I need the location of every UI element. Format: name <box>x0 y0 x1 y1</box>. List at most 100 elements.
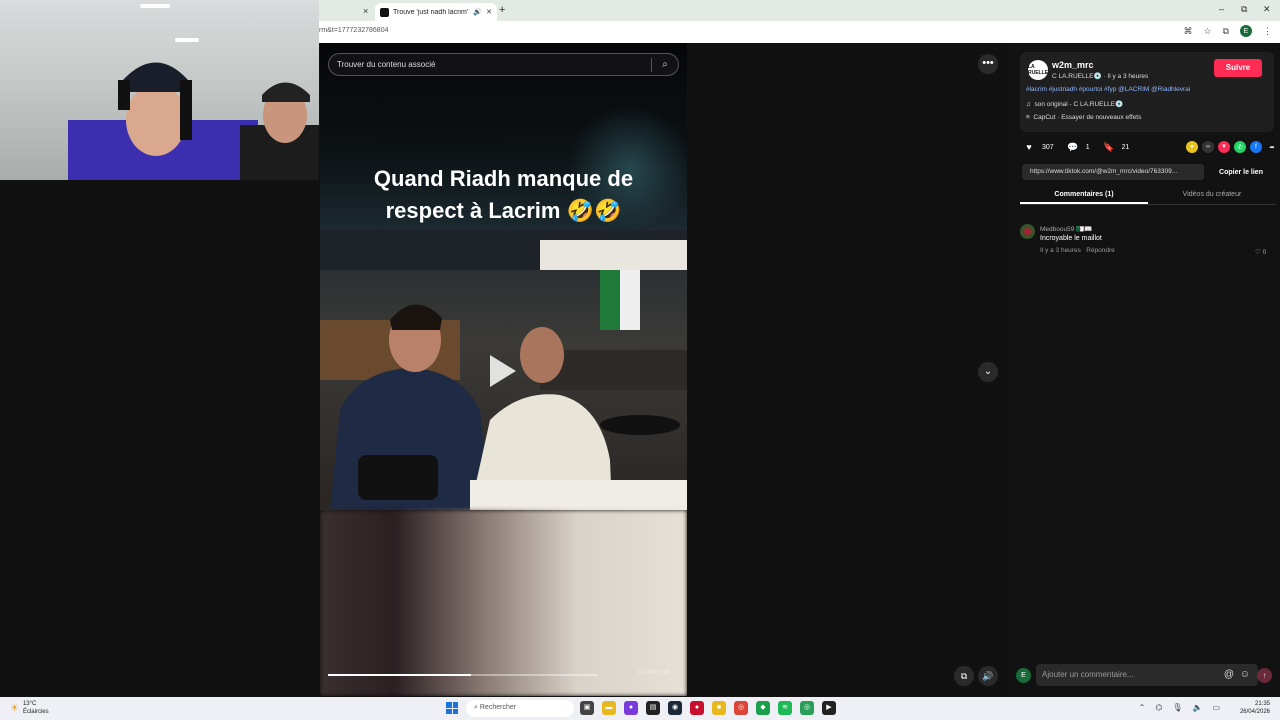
link-row: https://www.tiktok.com/@w2m_mrc/video/76… <box>1022 164 1278 180</box>
share-buttons: ● ‹› ▼ ✆ f ➦ <box>1186 141 1278 153</box>
creator-username[interactable]: w2m_mrc <box>1052 60 1094 70</box>
spotify-icon[interactable]: ≋ <box>778 701 792 715</box>
video-progress-bar[interactable] <box>328 674 598 676</box>
comment-input-placeholder[interactable]: Ajouter un commentaire... <box>1042 670 1134 679</box>
video-progress-fill <box>328 674 472 676</box>
start-button[interactable] <box>446 702 458 714</box>
comment-input[interactable]: Ajouter un commentaire... @ ☺ <box>1036 664 1258 686</box>
terminal-icon[interactable]: ▤ <box>646 701 660 715</box>
embed-icon[interactable]: ‹› <box>1202 141 1214 153</box>
profile-avatar[interactable]: E <box>1240 25 1252 37</box>
music-line[interactable]: ♫ son original - C LA.RUELLE💿 <box>1026 100 1123 108</box>
left-background <box>0 180 319 697</box>
windows-taskbar: ☀ 13°C Éclaircies ⌕ Rechercher ▣ ▬ ● ▤ ◉… <box>0 697 1280 720</box>
bookmark-star-icon[interactable]: ☆ <box>1203 26 1211 37</box>
task-view-icon[interactable]: ▣ <box>580 701 594 715</box>
file-explorer-icon[interactable]: ▬ <box>602 701 616 715</box>
caption-line-1: Quand Riadh manque de <box>373 166 634 191</box>
chrome-profile-icon[interactable]: ◎ <box>800 701 814 715</box>
emoji-icon[interactable]: ☺ <box>1240 669 1250 680</box>
save-count: 21 <box>1121 143 1130 151</box>
url-text[interactable]: rm&t=1777232786804 <box>319 27 388 34</box>
network-icon[interactable]: ⌬ <box>1155 703 1162 712</box>
microphone-icon[interactable]: 🎙 <box>1172 703 1182 712</box>
active-tab[interactable]: Trouve 'just riadh lacrim' su 🔊 ✕ <box>375 3 497 21</box>
address-bar: rm&t=1777232786804 ⌘ ☆ ⧉ E ⋮ <box>319 21 1280 43</box>
video-player[interactable]: Trouver du contenu associé ⌕ Quand Riadh… <box>320 43 687 696</box>
effect-title[interactable]: CapCut · Essayer de nouveaux effets <box>1033 114 1141 121</box>
related-search-placeholder[interactable]: Trouver du contenu associé <box>337 60 651 69</box>
taskbar-clock[interactable]: 21:35 26/04/2026 <box>1240 700 1270 716</box>
steam-icon[interactable]: ◉ <box>668 701 682 715</box>
search-icon[interactable]: ⌕ <box>652 59 678 70</box>
play-icon[interactable] <box>490 355 516 387</box>
streamer-webcam <box>0 0 319 180</box>
app-yellow-icon[interactable]: ■ <box>712 701 726 715</box>
effect-line[interactable]: ≡ CapCut · Essayer de nouveaux effets <box>1026 114 1141 121</box>
comment-composer: E Ajouter un commentaire... @ ☺ ↑ <box>1008 664 1280 688</box>
follow-button[interactable]: Suivre <box>1214 59 1262 77</box>
clock-time: 21:35 <box>1254 701 1270 707</box>
teams-icon[interactable]: ● <box>624 701 638 715</box>
taskbar-search[interactable]: ⌕ Rechercher <box>466 700 574 717</box>
coin-share-icon[interactable]: ● <box>1186 141 1198 153</box>
hashtags[interactable]: #lacrim #justriadh #pourtoi #fyp @LACRIM… <box>1026 86 1190 93</box>
more-options-button[interactable]: ••• <box>978 54 998 74</box>
send-comment-button[interactable]: ↑ <box>1257 668 1272 683</box>
facebook-icon[interactable]: f <box>1250 141 1262 153</box>
bookmark-icon[interactable]: 🔖 <box>1102 140 1116 154</box>
share-arrow-icon[interactable]: ➦ <box>1266 141 1278 153</box>
battery-icon[interactable]: ▭ <box>1212 703 1220 712</box>
tab-comments[interactable]: Commentaires (1) <box>1020 185 1148 204</box>
like-stat[interactable]: ♥ 307 <box>1022 140 1053 154</box>
tab-creator-videos[interactable]: Vidéos du créateur <box>1148 185 1276 204</box>
close-window-button[interactable]: ✕ <box>1263 4 1271 15</box>
comment-item: Medboou59 🇩🇿📖 Incroyable le maillot Il y… <box>1020 224 1276 258</box>
media-player-icon[interactable]: ▶ <box>822 701 836 715</box>
volume-tray-icon[interactable]: 🔈 <box>1192 703 1202 712</box>
copy-link-button[interactable]: Copier le lien <box>1204 169 1278 176</box>
send-to-friends-icon[interactable]: ▼ <box>1218 141 1230 153</box>
speaker-icon[interactable]: 🔊 <box>473 8 482 16</box>
app-red-icon[interactable]: ● <box>690 701 704 715</box>
tab-title: Trouve 'just riadh lacrim' su <box>393 8 470 16</box>
caption-line-2: respect à Lacrim 🤣🤣 <box>385 198 622 223</box>
comment-icon[interactable]: 💬 <box>1066 140 1080 154</box>
comment-meta: Il y a 3 heures Répondre <box>1040 247 1115 254</box>
whatsapp-icon[interactable]: ✆ <box>1234 141 1246 153</box>
menu-dots-icon[interactable]: ⋮ <box>1263 26 1272 37</box>
tab-close-icon[interactable]: ✕ <box>486 8 492 16</box>
miniplayer-icon[interactable]: ⧉ <box>954 666 974 686</box>
ceiling-light <box>140 4 170 8</box>
weather-widget[interactable]: ☀ 13°C Éclaircies <box>10 700 49 716</box>
music-title[interactable]: son original - C LA.RUELLE💿 <box>1035 101 1124 108</box>
taskbar-search-placeholder[interactable]: Rechercher <box>480 704 516 711</box>
comment-like[interactable]: ♡ 0 <box>1255 248 1266 256</box>
app-green-icon[interactable]: ◆ <box>756 701 770 715</box>
commenter-avatar[interactable] <box>1020 224 1035 239</box>
creator-avatar[interactable]: LA RUELLE <box>1028 60 1048 80</box>
tray-chevron-icon[interactable]: ⌃ <box>1139 703 1146 712</box>
new-tab-button[interactable]: + <box>499 4 505 16</box>
next-video-button[interactable]: ⌄ <box>978 362 998 382</box>
chrome-icon[interactable]: ◎ <box>734 701 748 715</box>
video-link[interactable]: https://www.tiktok.com/@w2m_mrc/video/76… <box>1022 164 1204 180</box>
heart-icon[interactable]: ♥ <box>1022 140 1036 154</box>
maximize-button[interactable]: ⧉ <box>1241 4 1247 15</box>
comment-stat[interactable]: 💬 1 <box>1066 140 1090 154</box>
cast-icon[interactable]: ⧉ <box>1223 26 1229 37</box>
mention-icon[interactable]: @ <box>1224 669 1234 680</box>
video-blurred-bottom <box>320 510 687 696</box>
related-search-box[interactable]: Trouver du contenu associé ⌕ <box>328 53 679 76</box>
save-stat[interactable]: 🔖 21 <box>1102 140 1130 154</box>
tab-close-icon[interactable]: × <box>363 6 368 16</box>
volume-icon[interactable]: 🔊 <box>978 666 998 686</box>
commenter-username[interactable]: Medboou59 🇩🇿📖 <box>1040 225 1092 233</box>
previous-tab[interactable]: × <box>319 4 375 21</box>
comment-count: 1 <box>1085 143 1090 151</box>
reply-button[interactable]: Répondre <box>1086 247 1115 254</box>
translate-icon[interactable]: ⌘ <box>1183 26 1192 37</box>
temperature: 13°C <box>22 701 37 707</box>
minimize-button[interactable]: – <box>1219 4 1224 14</box>
video-info-card: LA RUELLE w2m_mrc C LA.RUELLE💿 · Il y a … <box>1020 52 1274 132</box>
